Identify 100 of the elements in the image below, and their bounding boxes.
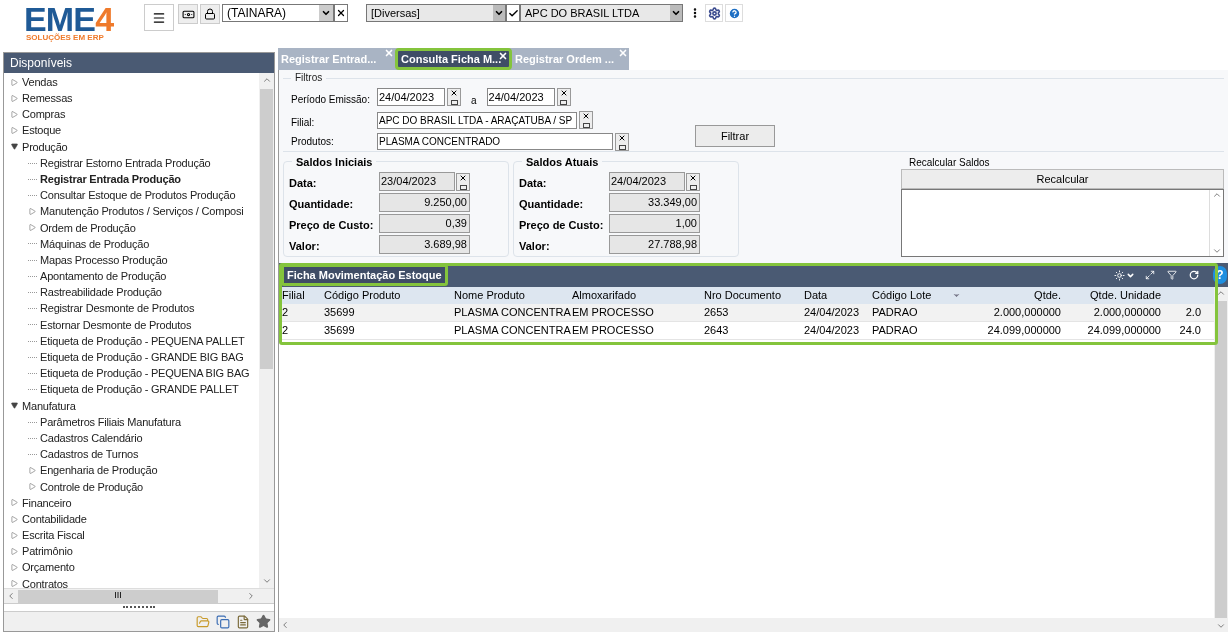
document-icon[interactable] — [236, 614, 250, 629]
company-combo[interactable]: APC DO BRASIL LTDA — [520, 4, 683, 22]
refresh-icon[interactable] — [1189, 270, 1199, 280]
tree-item[interactable]: Registrar Desmonte de Produtos — [40, 300, 195, 317]
folder-icon[interactable] — [196, 614, 210, 629]
star-icon[interactable] — [256, 614, 271, 629]
expand-arrow-icon[interactable] — [10, 78, 18, 87]
expand-arrow-icon[interactable] — [10, 563, 18, 572]
tree-item[interactable]: Compras — [22, 106, 66, 123]
expand-arrow-icon[interactable] — [10, 579, 18, 588]
number-field[interactable]: 3.689,98 — [379, 235, 470, 254]
tree-item[interactable]: Cadastros Calendário — [40, 429, 143, 447]
vertical-scrollbar[interactable] — [1214, 287, 1228, 632]
column-header[interactable]: Data — [804, 287, 828, 304]
number-field[interactable]: 33.349,00 — [609, 193, 700, 212]
products-field[interactable]: PLASMA CONCENTRADO — [377, 133, 613, 150]
tree-item[interactable]: Remessas — [22, 90, 73, 107]
expand-icon[interactable] — [1145, 270, 1155, 280]
tree-item[interactable]: Estoque — [22, 122, 61, 139]
tree-item[interactable]: Produção — [22, 138, 68, 156]
expand-arrow-icon[interactable] — [28, 223, 36, 232]
scroll-up-icon[interactable] — [1211, 190, 1222, 200]
tab[interactable]: Consulta Ficha M... — [395, 48, 512, 70]
light-icon[interactable] — [1114, 269, 1125, 281]
vertical-scrollbar[interactable] — [1209, 190, 1223, 256]
lock-button[interactable] — [200, 4, 220, 24]
expand-arrow-icon[interactable] — [10, 126, 18, 135]
expand-arrow-icon[interactable] — [10, 547, 18, 556]
user-combo[interactable]: (TAINARA) — [222, 4, 334, 22]
tree-item[interactable]: Consultar Estoque de Produtos Produção — [40, 187, 236, 204]
lookup-clear-button[interactable] — [579, 111, 593, 129]
copy-icon[interactable] — [216, 614, 230, 629]
number-field[interactable]: 27.788,98 — [609, 235, 700, 254]
lookup-clear-button[interactable] — [615, 132, 629, 151]
tree-item[interactable]: Etiqueta de Produção - GRANDE BIG BAG — [40, 349, 244, 366]
column-header[interactable]: Nro Documento — [704, 287, 782, 304]
filter-icon[interactable] — [1167, 270, 1177, 280]
column-header[interactable]: Código Lote — [872, 287, 932, 304]
tree-item[interactable]: Contabilidade — [22, 510, 87, 528]
confirm-button[interactable] — [506, 4, 520, 22]
column-header[interactable]: Qtde. Unidade — [1090, 287, 1161, 304]
number-field[interactable]: 9.250,00 — [379, 193, 470, 212]
filter-button[interactable]: Filtrar — [695, 125, 775, 147]
tree-item[interactable]: Manufatura — [22, 397, 76, 415]
help-button[interactable] — [725, 4, 743, 22]
scroll-down-icon[interactable] — [1211, 246, 1222, 256]
tree-item[interactable]: Máquinas de Produção — [40, 235, 150, 253]
tree-item[interactable]: Contratos — [22, 575, 68, 588]
tree-item[interactable]: Estornar Desmonte de Produtos — [40, 316, 192, 334]
log-text-area[interactable] — [901, 189, 1224, 257]
tree-item[interactable]: Rastreabilidade Produção — [40, 284, 162, 301]
horizontal-scrollbar[interactable] — [279, 618, 1214, 632]
tree-item[interactable]: Apontamento de Produção — [40, 268, 167, 285]
group-combo[interactable]: [Diversas] — [366, 4, 506, 22]
number-field[interactable]: 1,00 — [609, 214, 700, 233]
horizontal-scrollbar[interactable]: III — [4, 588, 274, 603]
number-field[interactable]: 0,39 — [379, 214, 470, 233]
column-header[interactable]: Almoxarifado — [572, 287, 637, 304]
currency-button[interactable] — [178, 4, 198, 24]
calendar-clear-button[interactable] — [556, 88, 571, 106]
column-header[interactable]: Código Produto — [324, 287, 401, 304]
settings-button[interactable] — [705, 4, 723, 22]
collapse-arrow-icon[interactable] — [10, 142, 18, 151]
menu-button[interactable] — [144, 4, 174, 31]
tree-item[interactable]: Cadastros de Turnos — [40, 446, 139, 463]
tree-item[interactable]: Controle de Produção — [40, 478, 143, 496]
tree-item[interactable]: Etiqueta de Produção - PEQUENA PALLET — [40, 332, 245, 350]
expand-arrow-icon[interactable] — [28, 466, 36, 475]
tree-item[interactable]: Etiqueta de Produção - PEQUENA BIG BAG — [40, 365, 250, 382]
vertical-scrollbar[interactable] — [259, 73, 274, 588]
sort-icon[interactable] — [952, 291, 961, 300]
expand-arrow-icon[interactable] — [10, 110, 18, 119]
expand-arrow-icon[interactable] — [28, 207, 36, 216]
column-header[interactable]: Qtde. — [1034, 287, 1061, 304]
collapse-arrow-icon[interactable] — [10, 401, 18, 410]
calendar-clear-button[interactable] — [456, 172, 470, 191]
column-header[interactable]: Filial — [282, 287, 305, 304]
tree-item[interactable]: Parâmetros Filiais Manufatura — [40, 413, 181, 431]
tree-item[interactable]: Financeiro — [22, 494, 72, 512]
tree-item[interactable]: Patrimônio — [22, 543, 73, 560]
date-field[interactable]: 24/04/2023 — [377, 88, 445, 106]
tree-item[interactable]: Engenharia de Produção — [40, 462, 158, 479]
expand-arrow-icon[interactable] — [10, 498, 18, 507]
tree-item[interactable]: Vendas — [22, 73, 58, 91]
calendar-clear-button[interactable] — [447, 88, 461, 106]
tree-item[interactable]: Registrar Estorno Entrada Produção — [40, 154, 211, 172]
expand-arrow-icon[interactable] — [10, 94, 18, 103]
expand-arrow-icon[interactable] — [10, 531, 18, 540]
tree-item[interactable]: Mapas Processo Produção — [40, 251, 168, 269]
expand-arrow-icon[interactable] — [10, 515, 18, 524]
tree-item[interactable]: Ordem de Produção — [40, 219, 136, 237]
tree-item[interactable]: Manutenção Produtos / Serviços / Composi — [40, 203, 244, 220]
date-field[interactable]: 24/04/2023 — [486, 88, 555, 106]
calendar-clear-button[interactable] — [686, 172, 700, 191]
tree-item[interactable]: Etiqueta de Produção - GRANDE PALLET — [40, 381, 239, 398]
date-field[interactable]: 24/04/2023 — [609, 172, 685, 191]
tree-item[interactable]: Orçamento — [22, 559, 75, 576]
tree-item[interactable]: Escrita Fiscal — [22, 527, 85, 544]
expand-arrow-icon[interactable] — [28, 482, 36, 491]
column-header[interactable]: Nome Produto — [454, 287, 525, 304]
